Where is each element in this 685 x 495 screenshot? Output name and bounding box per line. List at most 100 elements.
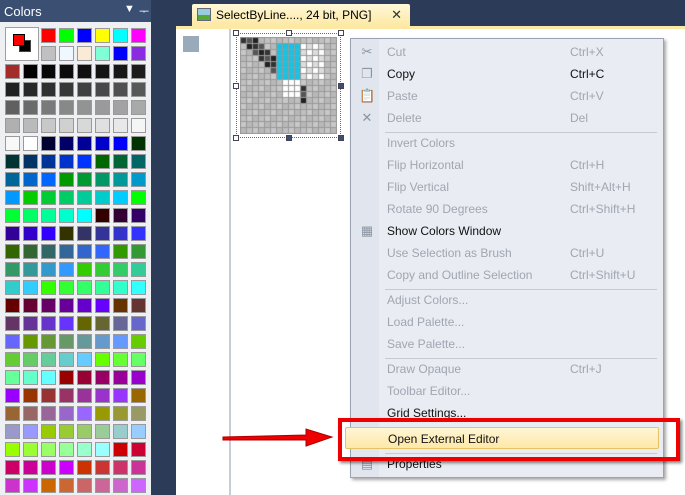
color-swatch[interactable] bbox=[95, 262, 110, 277]
color-swatch[interactable] bbox=[59, 280, 74, 295]
color-swatch[interactable] bbox=[77, 64, 92, 79]
primary-color[interactable] bbox=[13, 34, 25, 46]
color-swatch[interactable] bbox=[41, 298, 56, 313]
color-swatch[interactable] bbox=[41, 64, 56, 79]
color-swatch[interactable] bbox=[41, 82, 56, 97]
resize-handle[interactable] bbox=[233, 83, 239, 89]
color-swatch[interactable] bbox=[59, 172, 74, 187]
color-swatch[interactable] bbox=[5, 316, 20, 331]
pin-icon[interactable]: ᅮ bbox=[139, 3, 149, 19]
color-swatch[interactable] bbox=[95, 352, 110, 367]
color-swatch[interactable] bbox=[95, 100, 110, 115]
color-swatch[interactable] bbox=[23, 154, 38, 169]
color-swatch[interactable] bbox=[131, 298, 146, 313]
menu-item-draw-opaque[interactable]: Draw Opaque Ctrl+J bbox=[351, 358, 663, 380]
menu-item-flip-vertical[interactable]: Flip Vertical Shift+Alt+H bbox=[351, 176, 663, 198]
color-swatch[interactable] bbox=[5, 154, 20, 169]
color-swatch[interactable] bbox=[5, 208, 20, 223]
color-swatch[interactable] bbox=[5, 100, 20, 115]
color-swatch[interactable] bbox=[59, 406, 74, 421]
color-swatch[interactable] bbox=[77, 136, 92, 151]
color-swatch[interactable] bbox=[23, 388, 38, 403]
color-swatch[interactable] bbox=[23, 298, 38, 313]
color-swatch[interactable] bbox=[23, 244, 38, 259]
color-swatch[interactable] bbox=[131, 442, 146, 457]
color-swatch[interactable] bbox=[77, 208, 92, 223]
color-swatch[interactable] bbox=[41, 280, 56, 295]
color-swatch[interactable] bbox=[113, 136, 128, 151]
color-swatch[interactable] bbox=[95, 334, 110, 349]
menu-item-toolbar-editor[interactable]: Toolbar Editor... bbox=[351, 380, 663, 402]
color-swatch[interactable] bbox=[95, 208, 110, 223]
color-swatch[interactable] bbox=[23, 334, 38, 349]
resize-handle[interactable] bbox=[338, 83, 344, 89]
color-swatch[interactable] bbox=[131, 172, 146, 187]
color-swatch[interactable] bbox=[131, 262, 146, 277]
color-swatch[interactable] bbox=[113, 406, 128, 421]
color-swatch[interactable] bbox=[113, 280, 128, 295]
color-swatch[interactable] bbox=[41, 460, 56, 475]
menu-item-flip-horizontal[interactable]: Flip Horizontal Ctrl+H bbox=[351, 154, 663, 176]
color-swatch[interactable] bbox=[59, 190, 74, 205]
color-swatch[interactable] bbox=[41, 334, 56, 349]
color-swatch[interactable] bbox=[5, 352, 20, 367]
color-swatch[interactable] bbox=[59, 244, 74, 259]
color-swatch[interactable] bbox=[23, 280, 38, 295]
color-swatch[interactable] bbox=[5, 424, 20, 439]
color-swatch[interactable] bbox=[77, 118, 92, 133]
menu-item-delete[interactable]: ✕ Delete Del bbox=[351, 107, 663, 129]
color-swatch[interactable] bbox=[41, 100, 56, 115]
color-swatch[interactable] bbox=[113, 28, 128, 43]
color-swatch[interactable] bbox=[59, 118, 74, 133]
color-swatch[interactable] bbox=[95, 460, 110, 475]
color-swatch[interactable] bbox=[113, 46, 128, 61]
color-swatch[interactable] bbox=[95, 118, 110, 133]
current-colors-swatch[interactable] bbox=[5, 27, 39, 61]
menu-item-adjust-colors[interactable]: Adjust Colors... bbox=[351, 289, 663, 311]
color-swatch[interactable] bbox=[41, 154, 56, 169]
color-swatch[interactable] bbox=[95, 442, 110, 457]
color-swatch[interactable] bbox=[95, 370, 110, 385]
color-swatch[interactable] bbox=[41, 262, 56, 277]
color-swatch[interactable] bbox=[5, 190, 20, 205]
color-swatch[interactable] bbox=[41, 442, 56, 457]
color-swatch[interactable] bbox=[131, 136, 146, 151]
color-swatch[interactable] bbox=[95, 64, 110, 79]
color-swatch[interactable] bbox=[113, 262, 128, 277]
color-swatch[interactable] bbox=[113, 478, 128, 493]
color-swatch[interactable] bbox=[5, 442, 20, 457]
color-swatch[interactable] bbox=[5, 118, 20, 133]
color-swatch[interactable] bbox=[95, 172, 110, 187]
color-swatch[interactable] bbox=[5, 478, 20, 493]
color-swatch[interactable] bbox=[23, 460, 38, 475]
color-swatch[interactable] bbox=[77, 172, 92, 187]
color-swatch[interactable] bbox=[95, 280, 110, 295]
color-swatch[interactable] bbox=[23, 442, 38, 457]
color-swatch[interactable] bbox=[95, 136, 110, 151]
color-swatch[interactable] bbox=[5, 172, 20, 187]
select-by-line-tool-icon[interactable] bbox=[183, 36, 199, 52]
color-swatch[interactable] bbox=[113, 460, 128, 475]
color-swatch[interactable] bbox=[113, 64, 128, 79]
color-swatch[interactable] bbox=[131, 118, 146, 133]
color-swatch[interactable] bbox=[41, 208, 56, 223]
color-swatch[interactable] bbox=[131, 370, 146, 385]
color-swatch[interactable] bbox=[77, 388, 92, 403]
color-swatch[interactable] bbox=[5, 406, 20, 421]
color-swatch[interactable] bbox=[5, 226, 20, 241]
menu-item-rotate-90-degrees[interactable]: Rotate 90 Degrees Ctrl+Shift+H bbox=[351, 198, 663, 220]
color-swatch[interactable] bbox=[113, 424, 128, 439]
color-swatch[interactable] bbox=[131, 28, 146, 43]
color-swatch[interactable] bbox=[59, 316, 74, 331]
color-swatch[interactable] bbox=[95, 226, 110, 241]
color-swatch[interactable] bbox=[77, 28, 92, 43]
color-swatch[interactable] bbox=[95, 478, 110, 493]
color-swatch[interactable] bbox=[23, 226, 38, 241]
color-swatch[interactable] bbox=[77, 370, 92, 385]
color-swatch[interactable] bbox=[113, 388, 128, 403]
color-swatch[interactable] bbox=[59, 370, 74, 385]
color-swatch[interactable] bbox=[131, 208, 146, 223]
color-swatch[interactable] bbox=[59, 460, 74, 475]
color-swatch[interactable] bbox=[131, 388, 146, 403]
color-swatch[interactable] bbox=[59, 334, 74, 349]
